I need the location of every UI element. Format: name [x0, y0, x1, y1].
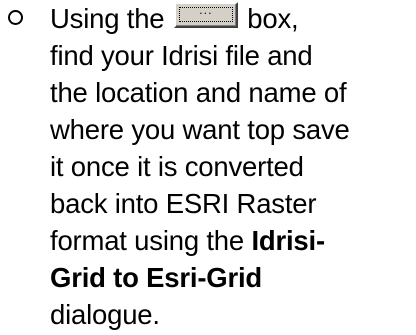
instruction-line-7: format using the Idrisi-: [50, 222, 410, 259]
line7-normal-text: format using the: [50, 225, 252, 256]
browse-button-label: ...: [199, 4, 213, 17]
dialogue-name-part-1: Idrisi-: [251, 225, 325, 256]
instruction-line-3: the location and name of: [50, 77, 347, 108]
instruction-bullet-item: Using the ... box, find your Idrisi file…: [0, 0, 416, 335]
line1-after-text: box,: [239, 3, 299, 34]
instruction-line-6: back into ESRI Raster: [50, 188, 317, 219]
browse-button[interactable]: ...: [173, 2, 238, 28]
dialogue-name-part-2: Grid to Esri-Grid: [50, 262, 263, 293]
instruction-line-5: it once it is converted: [50, 151, 304, 182]
instruction-line-2: find your Idrisi file and: [50, 40, 313, 71]
instruction-line-9: dialogue.: [50, 299, 160, 330]
instruction-line-1: Using the ... box,: [50, 0, 410, 37]
line1-before-text: Using the: [50, 3, 172, 34]
hollow-circle-bullet-icon: [8, 10, 23, 25]
instruction-line-4: where you want top save: [50, 114, 350, 145]
instruction-text: Using the ... box, find your Idrisi file…: [50, 0, 410, 333]
